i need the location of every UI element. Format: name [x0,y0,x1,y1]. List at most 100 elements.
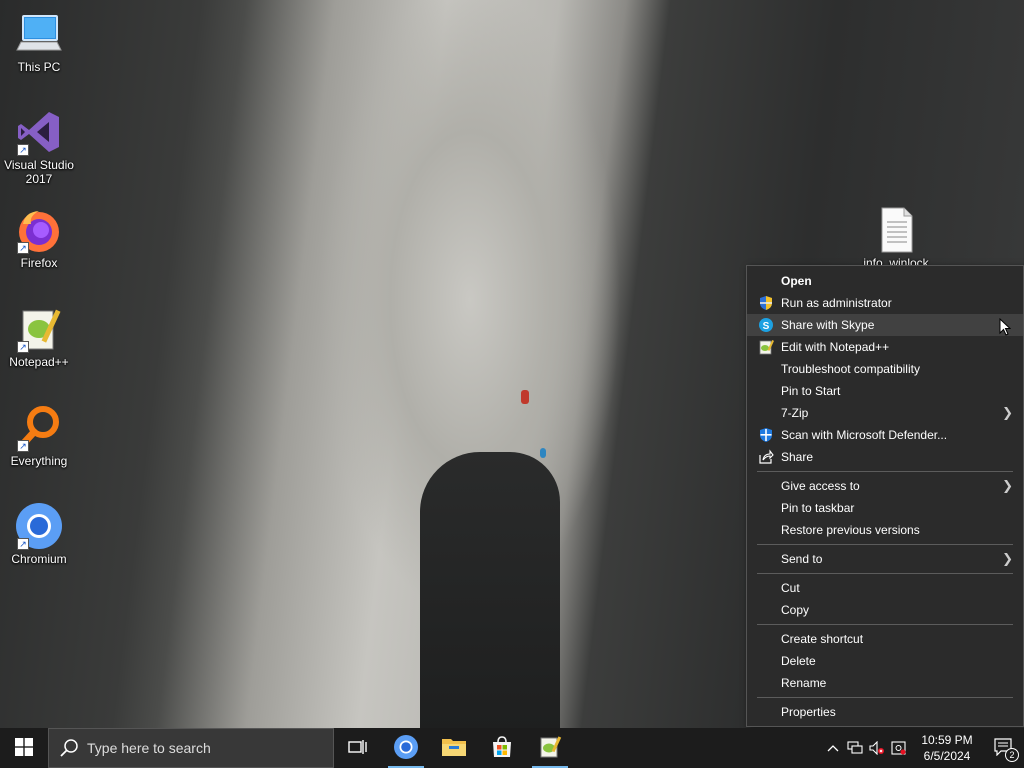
menu-item-send-to[interactable]: Send to ❯ [747,548,1023,570]
menu-item-share[interactable]: Share [747,446,1023,468]
menu-item-label: Troubleshoot compatibility [781,362,920,376]
taskbar-file-explorer[interactable] [430,728,478,768]
desktop-icon-label: Notepad++ [9,355,69,369]
everything-search-icon: ↗ [15,404,63,452]
menu-separator [757,573,1013,574]
menu-item-label: Copy [781,603,810,617]
menu-separator [757,697,1013,698]
taskbar-search-box[interactable]: Type here to search [48,728,334,768]
chromium-icon: ↗ [15,502,63,550]
action-center-button[interactable]: 2 [984,728,1024,768]
search-placeholder: Type here to search [87,740,211,756]
clock-time: 10:59 PM [921,733,973,747]
chevron-right-icon: ❯ [1002,551,1013,566]
windows-logo-icon [15,737,33,759]
notification-count-badge: 2 [1005,748,1019,762]
menu-item-label: Properties [781,705,836,719]
start-button[interactable] [0,728,48,768]
share-icon [758,449,774,465]
notepadpp-icon [538,735,562,762]
menu-item-label: Delete [781,654,816,668]
skype-icon: S [758,317,774,333]
menu-item-properties[interactable]: Properties [747,701,1023,723]
visual-studio-icon: ↗ [15,108,63,156]
desktop-icon-label: This PC [17,60,61,74]
chevron-right-icon: ❯ [1002,478,1013,493]
desktop-icon-everything[interactable]: ↗ Everything [1,404,77,468]
firefox-icon: ↗ [15,206,63,254]
task-view-icon [348,738,368,759]
chevron-right-icon: ❯ [1002,405,1013,420]
shortcut-arrow-icon: ↗ [17,144,29,156]
desktop-icon-notepadpp[interactable]: ↗ Notepad++ [1,305,77,369]
clock-date: 6/5/2024 [923,749,971,763]
menu-item-scan-with-defender[interactable]: Scan with Microsoft Defender... [747,424,1023,446]
shortcut-arrow-icon: ↗ [17,440,29,452]
menu-item-edit-with-notepadpp[interactable]: Edit with Notepad++ [747,336,1023,358]
wallpaper-climber [521,390,529,404]
menu-item-open[interactable]: Open [747,270,1023,292]
folder-icon [441,736,467,761]
desktop-icon-this-pc[interactable]: This PC [1,10,77,74]
notepadpp-icon [758,339,775,355]
menu-item-label: Share with Skype [781,318,875,332]
menu-item-create-shortcut[interactable]: Create shortcut [747,628,1023,650]
menu-separator [757,471,1013,472]
menu-item-cut[interactable]: Cut [747,577,1023,599]
menu-item-troubleshoot-compatibility[interactable]: Troubleshoot compatibility [747,358,1023,380]
shortcut-arrow-icon: ↗ [17,341,29,353]
menu-item-label: Open [781,274,812,288]
menu-separator [757,624,1013,625]
desktop-icon-visual-studio[interactable]: ↗ Visual Studio 2017 [1,108,77,186]
language-input-icon[interactable] [888,728,910,768]
menu-item-label: Pin to Start [781,384,841,398]
shortcut-arrow-icon: ↗ [17,242,29,254]
menu-item-7zip[interactable]: 7-Zip ❯ [747,402,1023,424]
menu-item-run-as-admin[interactable]: Run as administrator [747,292,1023,314]
menu-item-label: Give access to [781,479,860,493]
menu-item-label: Create shortcut [781,632,864,646]
wallpaper-climber [540,448,546,458]
notepadpp-icon: ↗ [15,305,63,353]
desktop-icon-chromium[interactable]: ↗ Chromium [1,502,77,566]
menu-item-pin-to-taskbar[interactable]: Pin to taskbar [747,497,1023,519]
menu-item-label: Rename [781,676,827,690]
taskbar-microsoft-store[interactable] [478,728,526,768]
menu-item-label: Run as administrator [781,296,892,310]
svg-text:S: S [763,321,770,332]
text-file-icon [872,206,920,254]
defender-icon [758,427,774,443]
menu-item-restore-previous-versions[interactable]: Restore previous versions [747,519,1023,541]
menu-item-delete[interactable]: Delete [747,650,1023,672]
store-icon [490,735,514,762]
menu-item-rename[interactable]: Rename [747,672,1023,694]
context-menu: Open Run as administrator S Share with S… [746,265,1024,727]
menu-item-pin-to-start[interactable]: Pin to Start [747,380,1023,402]
search-icon [59,738,79,758]
menu-item-label: 7-Zip [781,406,809,420]
shortcut-arrow-icon: ↗ [17,538,29,550]
taskbar-chromium[interactable] [382,728,430,768]
this-pc-icon [15,10,63,58]
menu-item-label: Cut [781,581,800,595]
taskbar-notepadpp[interactable] [526,728,574,768]
menu-item-label: Restore previous versions [781,523,920,537]
menu-item-copy[interactable]: Copy [747,599,1023,621]
show-hidden-icons-chevron-up-icon[interactable] [822,728,844,768]
network-icon[interactable] [844,728,866,768]
wallpaper-rock-spire [420,452,560,732]
menu-item-share-with-skype[interactable]: S Share with Skype [747,314,1023,336]
menu-item-give-access-to[interactable]: Give access to ❯ [747,475,1023,497]
task-view-button[interactable] [334,728,382,768]
taskbar: Type here to search 10:59 PM 6/5/2024 2 [0,728,1024,768]
menu-item-label: Share [781,450,814,464]
menu-item-label: Send to [781,552,823,566]
volume-muted-icon[interactable] [866,728,888,768]
desktop-icon-firefox[interactable]: ↗ Firefox [1,206,77,270]
desktop-icon-label: Chromium [11,552,67,566]
taskbar-clock[interactable]: 10:59 PM 6/5/2024 [910,732,984,764]
desktop-file-info-winlock[interactable]: info_winlock [858,206,934,270]
desktop-icon-label: Visual Studio 2017 [4,158,74,186]
system-tray: 10:59 PM 6/5/2024 2 [822,728,1024,768]
menu-item-label: Scan with Microsoft Defender... [781,428,948,442]
